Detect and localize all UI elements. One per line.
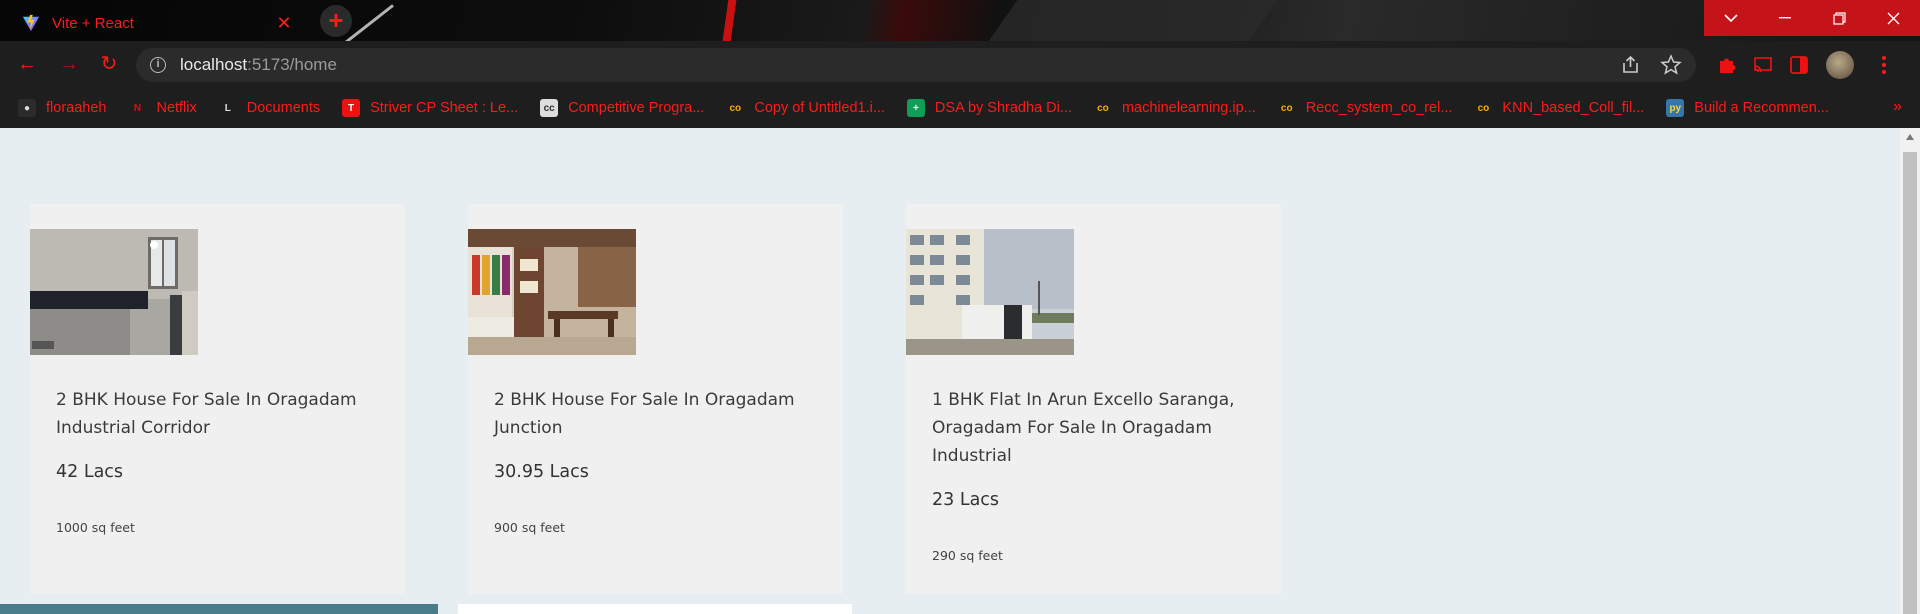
- profile-avatar[interactable]: [1826, 51, 1854, 79]
- bookmark-label: KNN_based_Coll_fil...: [1502, 100, 1645, 116]
- listing-image-kitchen[interactable]: [30, 229, 198, 355]
- back-button[interactable]: ←: [14, 51, 40, 77]
- browser-toolbar: ← → ↻ i localhost:5173/home: [0, 41, 1920, 88]
- bookmark-item[interactable]: py Build a Recommen...: [1666, 99, 1829, 117]
- address-bar[interactable]: i localhost:5173/home: [136, 48, 1696, 82]
- bookmark-label: Recc_system_co_rel...: [1305, 100, 1453, 116]
- bookmark-item[interactable]: L Documents: [218, 99, 321, 117]
- sidebar-icon[interactable]: [1788, 54, 1810, 76]
- star-icon[interactable]: [1660, 54, 1682, 76]
- colab-icon: co: [1277, 99, 1296, 117]
- reload-button[interactable]: ↻: [96, 51, 122, 77]
- bookmark-label: Build a Recommen...: [1694, 100, 1829, 116]
- page-viewport: 2 BHK House For Sale In Oragadam Industr…: [0, 128, 1900, 614]
- tab-title: Vite + React: [52, 14, 134, 32]
- bookmarks-bar: ● floraaheh N Netflix L Documents T Striver CP …: [0, 88, 1920, 128]
- browser-titlebar: Vite + React ✕ +: [0, 0, 1920, 41]
- share-icon[interactable]: [1620, 54, 1642, 76]
- tuf-icon: T: [342, 99, 361, 117]
- scrollbar-thumb[interactable]: [1903, 152, 1917, 614]
- tab-close-icon[interactable]: ✕: [274, 13, 294, 34]
- next-row-card: [0, 604, 438, 614]
- listing-area: 1000 sq feet: [56, 520, 135, 535]
- bookmark-item[interactable]: cc Competitive Progra...: [540, 99, 704, 117]
- colab-icon: co: [1474, 99, 1493, 117]
- extensions-area: [1716, 51, 1894, 79]
- bookmark-label: Documents: [246, 100, 321, 116]
- restore-icon: [1832, 11, 1846, 25]
- new-tab-button[interactable]: +: [320, 5, 352, 37]
- page-scrollbar[interactable]: [1900, 128, 1920, 614]
- wallpaper-shape: [968, 0, 1292, 41]
- bookmark-item[interactable]: N Netflix: [128, 99, 197, 117]
- cc-icon: cc: [540, 99, 559, 117]
- listing-title[interactable]: 2 BHK House For Sale In Oragadam Industr…: [56, 386, 386, 442]
- bookmark-label: machinelearning.ip...: [1121, 100, 1256, 116]
- url-host: localhost: [180, 55, 248, 74]
- docs-icon: L: [218, 99, 237, 117]
- wallpaper-streak: [720, 0, 738, 41]
- bookmark-label: floraaheh: [46, 100, 107, 116]
- listing-image-building[interactable]: [906, 229, 1074, 355]
- bookmark-item[interactable]: ● floraaheh: [18, 99, 106, 117]
- minimize-button[interactable]: [1758, 0, 1812, 36]
- more-vert-icon[interactable]: [1874, 52, 1894, 78]
- bookmark-item[interactable]: co machinelearning.ip...: [1093, 99, 1256, 117]
- listing-area: 290 sq feet: [932, 548, 1003, 563]
- listing-card[interactable]: 2 BHK House For Sale In Oragadam Junctio…: [468, 204, 843, 594]
- bookmarks-overflow-button[interactable]: »: [1893, 98, 1902, 116]
- bookmark-label: Copy of Untitled1.i...: [754, 100, 885, 116]
- bookmark-label: DSA by Shradha Di...: [934, 100, 1072, 116]
- colab-icon: co: [1093, 99, 1112, 117]
- listing-price: 42 Lacs: [56, 462, 124, 482]
- kitchen-interior-photo: [30, 229, 198, 355]
- colab-icon: co: [726, 99, 745, 117]
- tab-search-button[interactable]: [1704, 0, 1758, 36]
- omnibox-actions: [1620, 54, 1682, 76]
- python-icon: py: [1666, 99, 1685, 117]
- vite-logo-icon: [22, 14, 40, 32]
- scroll-up-icon[interactable]: [1906, 134, 1914, 140]
- puzzle-extension-icon[interactable]: [1716, 54, 1738, 76]
- cast-icon[interactable]: [1752, 54, 1774, 76]
- site-info-icon[interactable]: i: [150, 57, 166, 73]
- listing-price: 30.95 Lacs: [494, 462, 589, 482]
- listing-card[interactable]: 1 BHK Flat In Arun Excello Saranga, Orag…: [906, 204, 1281, 594]
- minimize-icon: [1779, 17, 1791, 19]
- chevron-down-icon: [1724, 14, 1738, 23]
- bookmark-item[interactable]: co Recc_system_co_rel...: [1277, 99, 1453, 117]
- sheets-icon: +: [906, 99, 925, 117]
- listing-image-dining[interactable]: [468, 229, 636, 355]
- netflix-icon: N: [128, 99, 147, 117]
- bookmark-item[interactable]: co KNN_based_Coll_fil...: [1474, 99, 1644, 117]
- bookmark-item[interactable]: + DSA by Shradha Di...: [906, 99, 1072, 117]
- close-icon: [1887, 12, 1899, 24]
- bookmark-label: Striver CP Sheet : Le...: [370, 100, 519, 116]
- next-row-card: [458, 604, 852, 614]
- github-icon: ●: [18, 99, 36, 117]
- listing-card[interactable]: 2 BHK House For Sale In Oragadam Industr…: [30, 204, 405, 594]
- browser-tab[interactable]: Vite + React ✕: [8, 5, 308, 41]
- forward-button[interactable]: →: [56, 51, 82, 77]
- listing-title[interactable]: 2 BHK House For Sale In Oragadam Junctio…: [494, 386, 824, 442]
- listing-area: 900 sq feet: [494, 520, 565, 535]
- apartment-exterior-photo: [906, 229, 1074, 355]
- close-window-button[interactable]: [1866, 0, 1920, 36]
- window-controls: [1704, 0, 1920, 36]
- restore-button[interactable]: [1812, 0, 1866, 36]
- dining-interior-photo: [468, 229, 636, 355]
- url-path: :5173/home: [247, 55, 337, 74]
- listing-title[interactable]: 1 BHK Flat In Arun Excello Saranga, Orag…: [932, 386, 1262, 470]
- bookmark-label: Competitive Progra...: [568, 100, 705, 116]
- bookmark-item[interactable]: T Striver CP Sheet : Le...: [342, 99, 518, 117]
- bookmark-label: Netflix: [156, 100, 197, 116]
- listing-price: 23 Lacs: [932, 490, 1000, 510]
- bookmark-item[interactable]: co Copy of Untitled1.i...: [726, 99, 885, 117]
